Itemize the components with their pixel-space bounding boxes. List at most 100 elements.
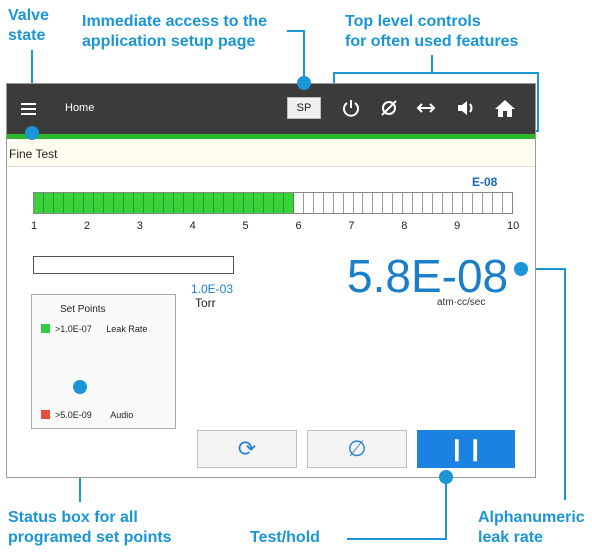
callout-top-controls: Top level controls for often used featur…: [345, 12, 518, 52]
bargraph-segment: [83, 193, 94, 213]
bargraph-segment: [443, 193, 454, 213]
page-title: Home: [65, 102, 95, 114]
callout-test-hold: Test/hold: [250, 528, 320, 548]
bargraph-segment: [43, 193, 54, 213]
bargraph-segment: [183, 193, 194, 213]
bargraph-segment: [493, 193, 504, 213]
leader-line: [303, 30, 305, 82]
tick-label: 5: [242, 220, 249, 232]
bargraph-segment: [133, 193, 144, 213]
set-point-label: Leak Rate: [106, 324, 148, 334]
bargraph-segment: [453, 193, 464, 213]
callout-line: leak rate: [478, 529, 543, 546]
bargraph-segment: [343, 193, 354, 213]
callout-line: Immediate access to the: [82, 13, 267, 30]
bargraph-segment: [333, 193, 344, 213]
leader-line: [431, 55, 433, 73]
callout-line: Status box for all: [8, 509, 138, 526]
bargraph-segment: [53, 193, 64, 213]
callout-setup-page: Immediate access to the application setu…: [82, 12, 267, 52]
bargraph-segment: [473, 193, 484, 213]
tick-label: 10: [507, 220, 520, 232]
tick-label: 7: [348, 220, 355, 232]
bargraph-segment: [233, 193, 244, 213]
hold-button[interactable]: ❙❙: [417, 430, 515, 468]
bargraph-segment: [93, 193, 104, 213]
set-point-color: [41, 324, 50, 333]
bargraph-segment: [283, 193, 294, 213]
pressure-unit: Torr: [195, 296, 216, 310]
callout-line: Valve: [8, 7, 49, 24]
bargraph-segment: [383, 193, 394, 213]
swap-icon[interactable]: [412, 94, 440, 122]
leader-line: [537, 72, 539, 130]
callout-line: programed set points: [8, 529, 172, 546]
callout-dot: [73, 380, 87, 394]
bargraph-segment: [303, 193, 314, 213]
bargraph-ticks: 1 2 3 4 5 6 7 8 9 10: [31, 220, 521, 234]
volume-icon[interactable]: [452, 94, 480, 122]
bargraph-segment: [253, 193, 264, 213]
refresh-button[interactable]: ⟳: [197, 430, 297, 468]
callout-line: state: [8, 27, 46, 44]
callout-leak-rate: Alphanumeric leak rate: [478, 508, 585, 548]
leader-line: [347, 538, 447, 540]
bargraph-segment: [223, 193, 234, 213]
set-point-row: >5.0E-09 Audio: [41, 410, 133, 420]
bargraph-segment: [73, 193, 84, 213]
bargraph-segment: [403, 193, 414, 213]
leak-rate-unit: atm·cc/sec: [437, 297, 486, 308]
bargraph-segment: [423, 193, 434, 213]
refresh-icon: ⟳: [237, 436, 257, 461]
tick-label: 1: [31, 220, 38, 232]
bargraph-segment: [213, 193, 224, 213]
bargraph-segment: [483, 193, 494, 213]
hamburger-icon[interactable]: [21, 103, 36, 115]
leak-bargraph: [33, 192, 513, 214]
bargraph-segment: [433, 193, 444, 213]
bargraph-segment: [293, 193, 304, 213]
pause-icon: ❙❙: [447, 436, 485, 461]
status-line: Fine Test: [7, 139, 535, 167]
zero-button[interactable]: ∅: [307, 430, 407, 468]
zero-icon[interactable]: [375, 94, 403, 122]
bargraph-segment: [393, 193, 404, 213]
callout-status-box: Status box for all programed set points: [8, 508, 172, 548]
leader-line: [564, 268, 566, 500]
bargraph-segment: [323, 193, 334, 213]
bargraph-segment: [143, 193, 154, 213]
tick-label: 3: [136, 220, 143, 232]
bargraph-segment: [123, 193, 134, 213]
set-point-row: >1.0E-07 Leak Rate: [41, 324, 147, 334]
bargraph-segment: [113, 193, 124, 213]
bargraph-segment: [203, 193, 214, 213]
callout-valve-state: Valve state: [8, 6, 49, 46]
bargraph-segment: [34, 193, 44, 213]
bargraph-segment: [163, 193, 174, 213]
bargraph-segment: [193, 193, 204, 213]
bargraph-segment: [313, 193, 324, 213]
callout-line: application setup page: [82, 33, 256, 50]
bargraph-segment: [413, 193, 424, 213]
set-point-color: [41, 410, 50, 419]
set-point-label: Audio: [110, 410, 134, 420]
zero-icon: ∅: [347, 436, 367, 461]
callout-dot: [439, 470, 453, 484]
bargraph-segment: [503, 193, 513, 213]
home-icon[interactable]: [491, 94, 519, 122]
top-bar: Home SP: [7, 84, 535, 134]
leader-line: [333, 72, 539, 74]
bargraph-segment: [173, 193, 184, 213]
bargraph-segment: [243, 193, 254, 213]
tick-label: 6: [295, 220, 302, 232]
message-box: [33, 256, 234, 274]
tick-label: 8: [401, 220, 408, 232]
set-points-box: Set Points >1.0E-07 Leak Rate >5.0E-09 A…: [31, 294, 176, 429]
bargraph-segment: [63, 193, 74, 213]
sp-button[interactable]: SP: [287, 97, 321, 119]
leak-rate-value: 5.8E-08: [347, 250, 509, 302]
power-icon[interactable]: [337, 94, 365, 122]
callout-line: Test/hold: [250, 529, 320, 546]
set-point-value: >1.0E-07: [55, 324, 92, 334]
bargraph-segment: [273, 193, 284, 213]
